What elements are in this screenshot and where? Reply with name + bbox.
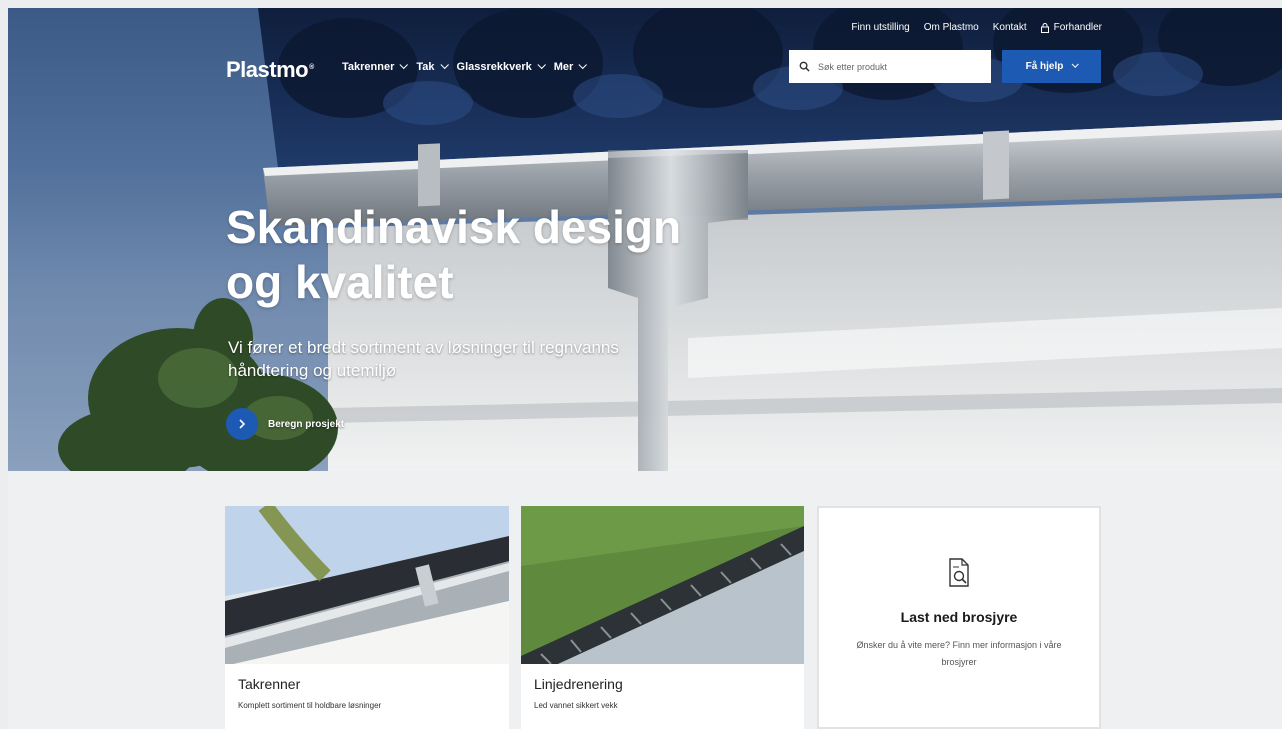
util-link-finn-utstilling[interactable]: Finn utstilling: [851, 22, 909, 33]
chevron-down-icon: [439, 60, 449, 70]
brochure-icon: [949, 558, 969, 587]
chevron-down-icon: [399, 60, 409, 70]
logo-registered-mark: ®: [309, 63, 314, 71]
util-link-label: Forhandler: [1053, 22, 1102, 33]
nav-item-tak[interactable]: Tak: [416, 60, 449, 73]
util-link-kontakt[interactable]: Kontakt: [993, 22, 1027, 33]
drainage-photo: [521, 506, 804, 664]
hero-subtitle-line1: Vi fører et bredt sortiment av løsninger…: [228, 338, 619, 357]
browser-frame: Finn utstilling Om Plastmo Kontakt Forha…: [8, 8, 1282, 729]
nav-item-glassrekkverk[interactable]: Glassrekkverk: [456, 60, 546, 73]
hero-title: Skandinavisk design og kvalitet: [226, 200, 786, 310]
card-title: Takrenner: [238, 676, 301, 692]
hero-section: Finn utstilling Om Plastmo Kontakt Forha…: [8, 8, 1282, 471]
nav-item-label: Glassrekkverk: [456, 61, 532, 73]
card-linjedrenering[interactable]: Linjedrenering Led vannet sikkert vekk: [521, 506, 804, 729]
search-icon: [799, 61, 810, 72]
lock-icon: [1040, 22, 1049, 33]
card-image-gutter: [225, 506, 509, 664]
chevron-down-icon: [1072, 60, 1080, 68]
card-description: Komplett sortiment til holdbare løsninge…: [238, 701, 382, 710]
get-help-label: Få hjelp: [1025, 61, 1064, 72]
card-title: Last ned brosjyre: [900, 609, 1018, 625]
util-link-forhandler[interactable]: Forhandler: [1040, 22, 1102, 33]
card-title: Linjedrenering: [534, 676, 623, 692]
chevron-down-icon: [537, 60, 546, 70]
nav-item-label: Mer: [553, 61, 574, 73]
nav-item-label: Takrenner: [342, 61, 395, 73]
calculate-project-button[interactable]: Beregn prosjekt: [226, 408, 344, 440]
main-nav: Takrenner Tak Glassrekkverk Mer: [342, 60, 588, 73]
gutter-photo: [225, 506, 509, 664]
hero-subtitle-line2: håndtering og utemiljø: [228, 361, 397, 380]
utility-nav: Finn utstilling Om Plastmo Kontakt Forha…: [851, 22, 1102, 33]
nav-item-mer[interactable]: Mer: [553, 60, 588, 73]
card-description: Led vannet sikkert vekk: [534, 701, 618, 710]
card-takrenner[interactable]: Takrenner Komplett sortiment til holdbar…: [225, 506, 509, 729]
logo-text: Plastmo: [226, 57, 309, 82]
arrow-right-icon: [239, 419, 246, 429]
search-box[interactable]: [789, 50, 991, 83]
cta-label: Beregn prosjekt: [268, 418, 345, 430]
cta-circle: [226, 408, 258, 440]
hero-subtitle: Vi fører et bredt sortiment av løsninger…: [228, 336, 748, 382]
util-link-om-plastmo[interactable]: Om Plastmo: [924, 22, 979, 33]
nav-item-takrenner[interactable]: Takrenner: [342, 60, 409, 73]
get-help-button[interactable]: Få hjelp: [1002, 50, 1101, 83]
card-description: Ønsker du å vite mere? Finn mer informas…: [856, 640, 1062, 667]
nav-item-label: Tak: [416, 61, 435, 73]
card-image-drainage: [521, 506, 804, 664]
hero-title-line1: Skandinavisk design: [226, 201, 682, 253]
card-download-brochure[interactable]: Last ned brosjyre Ønsker du å vite mere?…: [817, 506, 1101, 729]
logo[interactable]: Plastmo®: [226, 57, 314, 83]
search-input[interactable]: [818, 61, 978, 72]
hero-title-line2: og kvalitet: [226, 256, 454, 308]
